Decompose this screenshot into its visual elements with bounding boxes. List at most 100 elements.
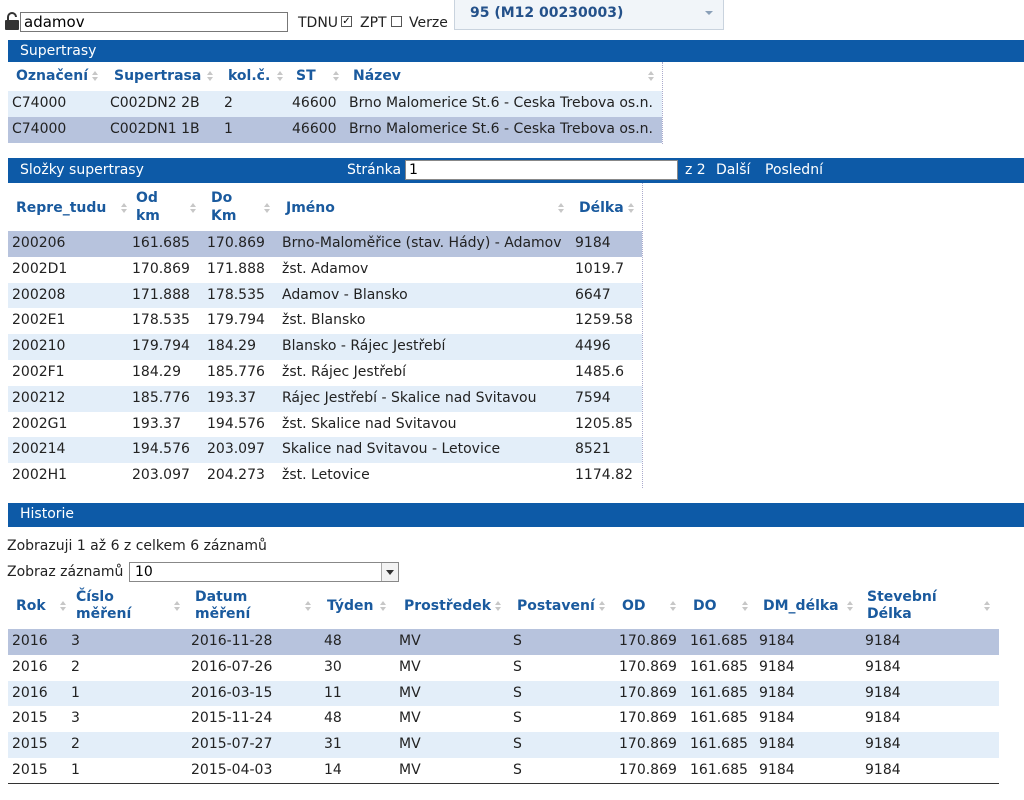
cell-jmeno: žst. Blansko xyxy=(282,312,366,329)
col-od[interactable]: OD xyxy=(622,598,646,614)
col-do[interactable]: DO xyxy=(693,598,717,614)
cell-do: 161.685 xyxy=(690,684,748,701)
table-row[interactable]: 200210 179.794 184.29 Blansko - Rájec Jestř… xyxy=(8,334,642,361)
verze-checkbox[interactable] xyxy=(391,16,402,27)
cell-do-km: 178.535 xyxy=(207,286,265,303)
col-dm-delka[interactable]: DM_délka xyxy=(763,598,839,614)
col-do-km-2[interactable]: Km xyxy=(211,208,236,224)
cell-do-km: 184.29 xyxy=(207,338,256,355)
version-dropdown-value: 95 (M12 00230003) xyxy=(470,5,624,21)
col-stevebni-2[interactable]: Délka xyxy=(867,606,912,622)
col-cislo-1[interactable]: Číslo xyxy=(76,589,114,605)
page-label: Stránka xyxy=(347,162,402,178)
col-datum-1[interactable]: Datum xyxy=(195,589,247,605)
table-row[interactable]: 2016 2 2016-07-26 30 MV S 170.869 161.685 9184 91… xyxy=(8,654,999,681)
cell-delka: 1019.7 xyxy=(575,260,624,277)
table-row[interactable]: 2015 3 2015-11-24 48 MV S 170.869 161.685 9184 91… xyxy=(8,706,999,733)
cell-delka: 7594 xyxy=(575,389,611,406)
cell-prostredek: MV xyxy=(399,736,421,753)
table-row[interactable]: 200212 185.776 193.37 Rájec Jestřebí - Skal… xyxy=(8,385,642,412)
cell-prostredek: MV xyxy=(399,684,421,701)
col-rok[interactable]: Rok xyxy=(16,598,46,614)
cell-stevebni-delka: 9184 xyxy=(865,684,901,701)
supertrasy-table: Označení Supertrasa kol.č. ST Název C740… xyxy=(8,62,663,144)
col-prostredek[interactable]: Prostředek xyxy=(404,598,491,614)
last-page-link[interactable]: Poslední xyxy=(765,162,823,178)
table-row-selected[interactable]: 200206 161.685 170.869 Brno-Maloměřice (sta… xyxy=(8,231,642,257)
table-row[interactable]: 2016 1 2016-03-15 11 MV S 170.869 161.685 9184 91… xyxy=(8,680,999,707)
tdnu-label: TDNU xyxy=(298,15,339,31)
chevron-down-icon[interactable] xyxy=(381,563,398,581)
cell-cislo: 3 xyxy=(71,710,80,727)
col-repre-tudu[interactable]: Repre_tudu xyxy=(16,200,106,216)
col-do-km-1[interactable]: Do xyxy=(211,190,232,206)
page-number-input[interactable] xyxy=(405,160,678,180)
table-row-selected[interactable]: 2016 3 2016-11-28 48 MV S 170.869 161.685 9184 91… xyxy=(8,629,999,655)
col-stevebni-1[interactable]: Stevební xyxy=(867,589,937,605)
col-oznaceni[interactable]: Označení xyxy=(16,68,88,84)
col-od-km-1[interactable]: Od xyxy=(136,190,158,206)
cell-stevebni-delka: 9184 xyxy=(865,762,901,778)
records-info: Zobrazuji 1 až 6 z celkem 6 záznamů xyxy=(7,538,267,554)
search-input[interactable] xyxy=(20,12,288,32)
col-kolc[interactable]: kol.č. xyxy=(228,68,270,84)
table-row[interactable]: 200214 194.576 203.097 Skalice nad Svitavou… xyxy=(8,437,642,464)
cell-delka: 6647 xyxy=(575,286,611,303)
page-size-select[interactable]: 10 xyxy=(129,562,399,582)
next-page-link[interactable]: Další xyxy=(716,162,750,178)
cell-nazev: Brno Malomerice St.6 - Ceska Trebova os.… xyxy=(349,121,653,137)
table-header-row: Rok Číslo měření Datum měření Týden Pros… xyxy=(8,585,999,628)
cell-repre-tudu: 2002F1 xyxy=(12,364,65,380)
cell-od-km: 170.869 xyxy=(132,260,190,277)
cell-datum: 2015-07-27 xyxy=(191,736,273,753)
table-row[interactable]: 2002H1 203.097 204.273 žst. Letovice 1174.82 xyxy=(8,463,642,490)
col-delka[interactable]: Délka xyxy=(579,200,624,216)
cell-dm-delka: 9184 xyxy=(759,710,795,727)
table-row[interactable]: C74000 C002DN2 2B 2 46600 Brno Malomeric… xyxy=(8,91,662,117)
col-nazev[interactable]: Název xyxy=(353,68,401,84)
col-supertrasa[interactable]: Supertrasa xyxy=(114,68,201,84)
unlock-icon[interactable] xyxy=(4,12,20,30)
table-row-selected[interactable]: C74000 C002DN1 1B 1 46600 Brno Malomeric… xyxy=(8,117,662,143)
cell-rok: 2016 xyxy=(12,633,48,649)
col-st[interactable]: ST xyxy=(296,68,316,84)
cell-datum: 2016-11-28 xyxy=(191,633,273,649)
version-dropdown[interactable]: 95 (M12 00230003) xyxy=(454,0,724,30)
table-row[interactable]: 200208 171.888 178.535 Adamov - Blansko 6647 xyxy=(8,282,642,309)
col-cislo-2[interactable]: měření xyxy=(76,606,131,622)
cell-delka: 4496 xyxy=(575,338,611,355)
cell-repre-tudu: 2002D1 xyxy=(12,260,68,277)
table-header-row: Označení Supertrasa kol.č. ST Název xyxy=(8,62,662,90)
table-row[interactable]: 2015 1 2015-04-03 14 MV S 170.869 161.685 9184 91… xyxy=(8,758,999,784)
cell-cislo: 3 xyxy=(71,633,80,649)
cell-postaveni: S xyxy=(513,762,522,778)
table-row[interactable]: 2002G1 193.37 194.576 žst. Skalice nad Svit… xyxy=(8,411,642,438)
table-row[interactable]: 2015 2 2015-07-27 31 MV S 170.869 161.685 9184 91… xyxy=(8,732,999,759)
cell-datum: 2016-07-26 xyxy=(191,658,273,675)
cell-tyden: 31 xyxy=(324,736,342,753)
cell-repre-tudu: 2002H1 xyxy=(12,467,68,484)
cell-rok: 2016 xyxy=(12,658,48,675)
table-bottom-rule xyxy=(8,783,999,784)
col-postaveni[interactable]: Postavení xyxy=(517,598,595,614)
table-row[interactable]: 2002D1 170.869 171.888 žst. Adamov 1019.7 xyxy=(8,256,642,283)
col-od-km-2[interactable]: km xyxy=(136,208,160,224)
zpt-checkbox[interactable]: ✓ xyxy=(341,16,352,27)
cell-jmeno: Skalice nad Svitavou - Letovice xyxy=(282,441,501,458)
col-jmeno[interactable]: Jméno xyxy=(286,200,335,216)
cell-do-km: 171.888 xyxy=(207,260,265,277)
cell-prostredek: MV xyxy=(399,633,421,649)
cell-datum: 2016-03-15 xyxy=(191,684,273,701)
col-tyden[interactable]: Týden xyxy=(327,598,374,614)
table-row[interactable]: 2002E1 178.535 179.794 žst. Blansko 1259.58 xyxy=(8,308,642,335)
col-datum-2[interactable]: měření xyxy=(195,606,250,622)
cell-do-km: 203.097 xyxy=(207,441,265,458)
cell-datum: 2015-11-24 xyxy=(191,710,273,727)
cell-tyden: 30 xyxy=(324,658,342,675)
supertrasy-header: Supertrasy xyxy=(8,40,1024,62)
cell-repre-tudu: 200210 xyxy=(12,338,66,355)
cell-do-km: 204.273 xyxy=(207,467,265,484)
cell-do-km: 170.869 xyxy=(207,235,265,251)
slozky-table: Repre_tudu Od km Do Km Jméno Délka 20020… xyxy=(8,183,643,490)
table-row[interactable]: 2002F1 184.29 185.776 žst. Rájec Jestřebí 14… xyxy=(8,360,642,386)
